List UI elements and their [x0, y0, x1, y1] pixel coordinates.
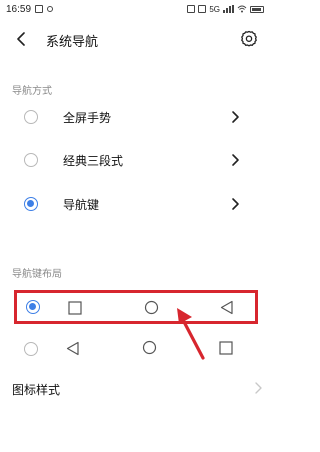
status-bar: 16:59 5G: [0, 0, 270, 18]
radio-button[interactable]: [24, 153, 38, 167]
option-label: 经典三段式: [63, 154, 124, 168]
net-label: 5G: [209, 4, 220, 14]
square-icon: [68, 301, 82, 315]
hd-icon: [198, 5, 207, 13]
circle-icon: [142, 340, 157, 355]
nfc-icon: [187, 5, 196, 13]
back-arrow-icon: [17, 32, 25, 46]
nav-mode-section-label: 导航方式: [12, 86, 52, 97]
battery-icon: [250, 5, 264, 13]
annotation-arrow-icon: [177, 308, 205, 360]
chevron-right-icon: [232, 198, 239, 210]
layout-option-triangle-circle-square[interactable]: [14, 332, 258, 366]
icon-style-label: 图标样式: [12, 383, 61, 397]
back-button[interactable]: [10, 28, 32, 50]
circle-icon: [144, 300, 159, 315]
triangle-left-icon: [220, 300, 233, 315]
radio-button-selected[interactable]: [24, 197, 38, 211]
page-title: 系统导航: [46, 34, 99, 49]
nav-option-fullscreen-gesture[interactable]: 全屏手势: [0, 97, 270, 137]
signal-icon: [223, 5, 234, 13]
dot-icon: [47, 6, 54, 12]
message-icon: [35, 5, 44, 13]
key-layout-section-label: 导航键布局: [12, 269, 62, 280]
chevron-right-icon: [232, 154, 239, 166]
status-time: 16:59: [6, 3, 32, 15]
settings-button[interactable]: [238, 28, 260, 50]
title-bar: 系统导航: [0, 24, 270, 54]
chevron-right-icon: [255, 382, 262, 394]
chevron-right-icon: [232, 111, 239, 123]
nav-option-navigation-keys[interactable]: 导航键: [0, 184, 270, 224]
radio-button[interactable]: [24, 342, 38, 356]
gear-icon: [241, 30, 257, 47]
nav-option-classic-three-button[interactable]: 经典三段式: [0, 140, 270, 180]
square-icon: [219, 341, 233, 355]
status-left: 16:59: [6, 3, 54, 15]
option-label: 全屏手势: [63, 111, 112, 125]
status-right: 5G: [187, 5, 264, 14]
option-label: 导航键: [63, 198, 100, 212]
radio-button-selected[interactable]: [26, 300, 40, 314]
triangle-left-icon: [66, 341, 79, 356]
icon-style-row[interactable]: 图标样式: [0, 372, 270, 404]
wifi-icon: [237, 5, 247, 13]
layout-option-square-circle-triangle[interactable]: [14, 290, 258, 324]
radio-button[interactable]: [24, 110, 38, 124]
